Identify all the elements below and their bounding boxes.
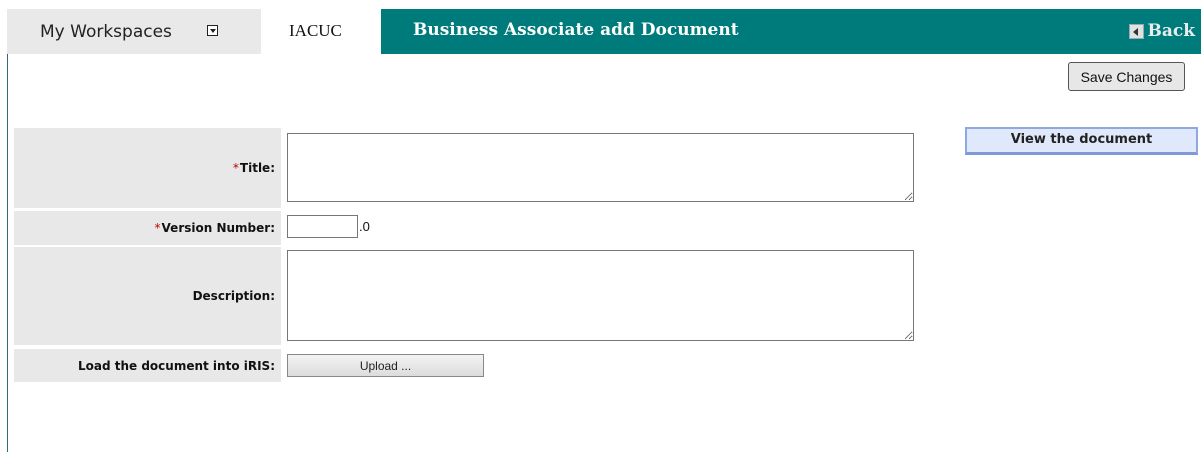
description-input[interactable] xyxy=(287,250,914,341)
back-label: Back xyxy=(1147,21,1195,41)
top-navigation-bar: My Workspaces IACUC Business Associate a… xyxy=(7,9,1201,54)
description-label: Description: xyxy=(14,247,281,345)
version-suffix: .0 xyxy=(359,219,370,234)
save-changes-button[interactable]: Save Changes xyxy=(1068,62,1185,91)
page-title-bar: Business Associate add Document Back xyxy=(381,9,1201,54)
title-label: * Title: xyxy=(14,128,281,208)
title-label-text: Title: xyxy=(239,161,275,175)
dropdown-arrow-icon[interactable] xyxy=(207,25,218,36)
description-label-text: Description: xyxy=(192,289,275,303)
back-button[interactable]: Back xyxy=(1129,19,1195,43)
back-arrow-icon xyxy=(1129,23,1145,39)
required-marker: * xyxy=(232,161,239,175)
tab-iacuc[interactable]: IACUC xyxy=(261,9,381,54)
view-document-button[interactable]: View the document xyxy=(965,127,1198,155)
upload-button[interactable]: Upload ... xyxy=(287,354,484,377)
version-number-label-text: Version Number: xyxy=(161,221,275,235)
tab-iacuc-label: IACUC xyxy=(289,21,342,40)
page-title: Business Associate add Document xyxy=(413,20,739,40)
load-document-label: Load the document into iRIS: xyxy=(14,349,281,382)
load-document-label-text: Load the document into iRIS: xyxy=(77,358,275,373)
title-input[interactable] xyxy=(287,133,914,202)
my-workspaces-menu[interactable]: My Workspaces xyxy=(7,9,261,54)
my-workspaces-label: My Workspaces xyxy=(40,22,172,42)
required-marker: * xyxy=(154,221,161,235)
left-border-rule xyxy=(7,9,8,452)
version-number-input[interactable] xyxy=(287,215,358,238)
version-number-label: * Version Number: xyxy=(14,211,281,245)
